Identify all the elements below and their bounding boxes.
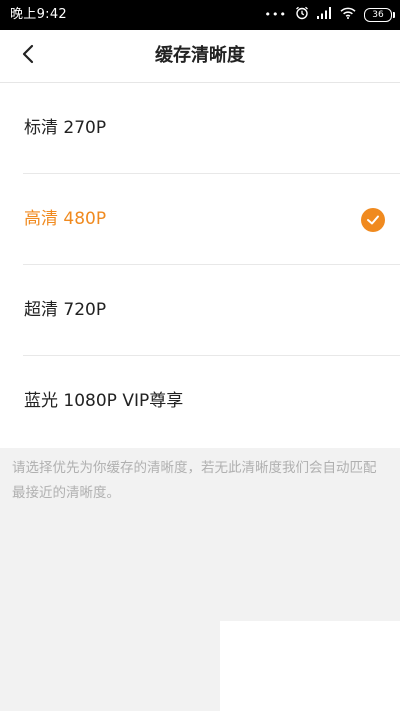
status-icons: ••• 36	[264, 6, 395, 24]
option-label: 蓝光 1080P VIP尊享	[24, 391, 184, 411]
checkmark-icon	[361, 208, 385, 232]
option-270p[interactable]: 标清 270P	[23, 83, 400, 174]
page-title: 缓存清晰度	[155, 45, 245, 66]
signal-icon	[317, 7, 332, 23]
wifi-icon	[340, 7, 356, 23]
battery-icon: 36	[364, 8, 395, 22]
alarm-icon	[295, 6, 309, 24]
blank-patch	[220, 621, 400, 711]
hint-text: 请选择优先为你缓存的清晰度，若无此清晰度我们会自动匹配最接近的清晰度。	[12, 460, 377, 501]
status-time: 晚上9:42	[10, 7, 67, 22]
option-label: 高清 480P	[24, 209, 107, 229]
option-label: 超清 720P	[24, 300, 107, 320]
status-bar: 晚上9:42 ••• 36	[0, 0, 400, 30]
option-480p[interactable]: 高清 480P	[23, 174, 400, 265]
option-label: 标清 270P	[24, 118, 107, 138]
quality-options-list: 标清 270P 高清 480P 超清 720P 蓝光 1080P VIP尊享	[0, 83, 400, 448]
option-720p[interactable]: 超清 720P	[23, 265, 400, 356]
option-1080p[interactable]: 蓝光 1080P VIP尊享	[23, 356, 400, 448]
notification-dots: •••	[264, 8, 287, 21]
header: 缓存清晰度	[0, 30, 400, 83]
